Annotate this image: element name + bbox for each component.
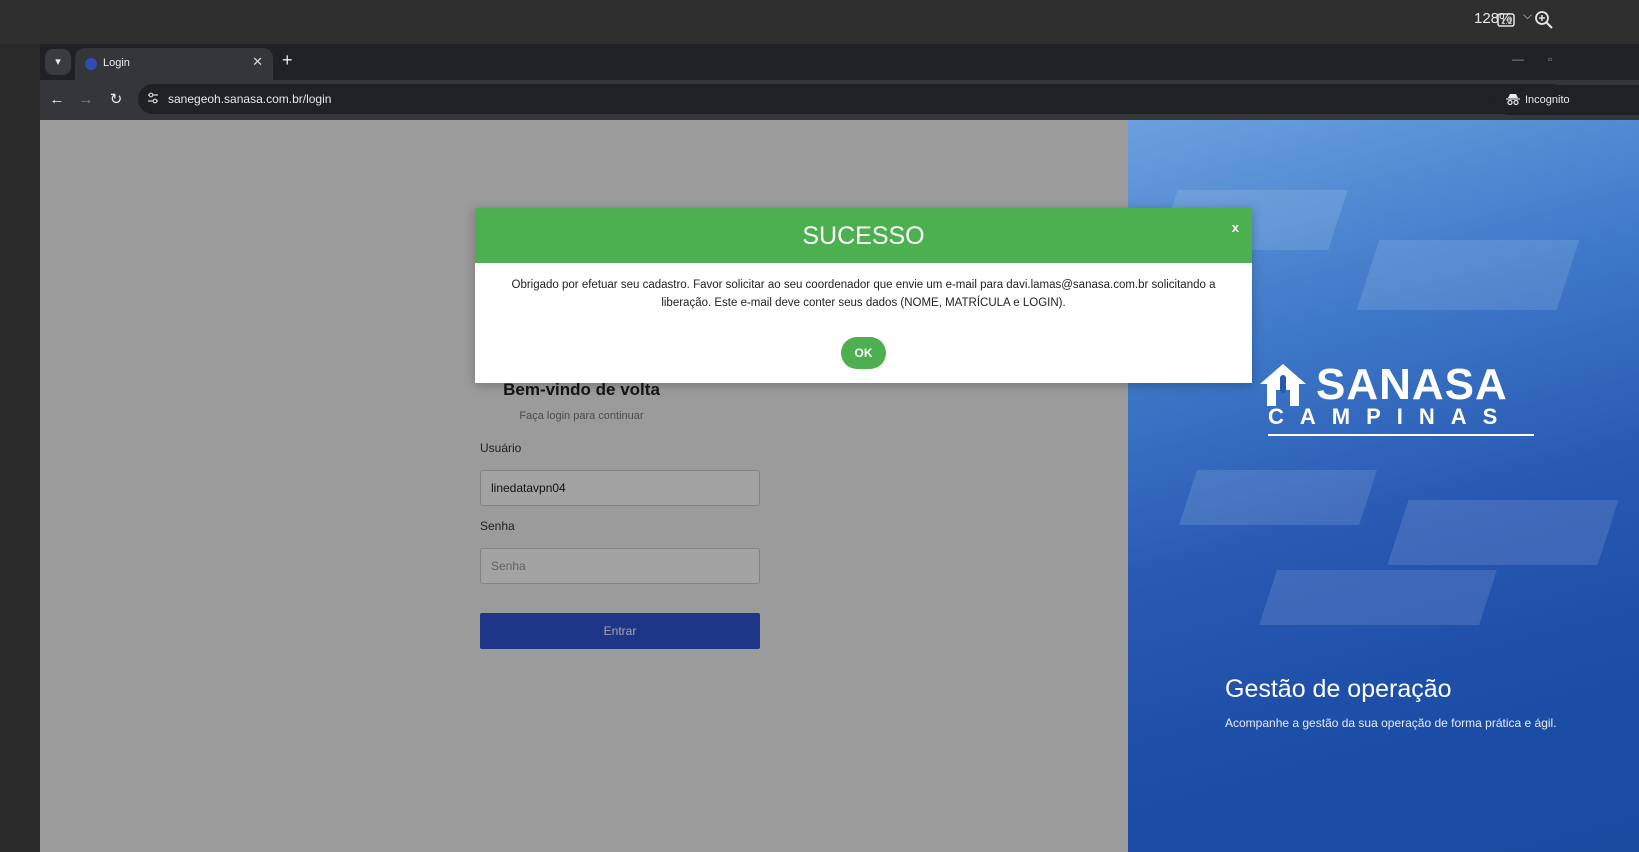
logo-underline: [1268, 434, 1534, 436]
modal-header: SUCESSO x: [475, 208, 1252, 263]
close-icon[interactable]: x: [1232, 220, 1239, 235]
new-tab-button[interactable]: +: [282, 50, 293, 71]
address-bar[interactable]: sanegeoh.sanasa.com.br/login ☆: [138, 84, 1566, 114]
incognito-badge[interactable]: Incognito: [1494, 85, 1639, 115]
chevron-down-icon[interactable]: ⌵: [1523, 8, 1532, 23]
url-text: sanegeoh.sanasa.com.br/login: [168, 92, 332, 106]
tab-title: Login: [103, 57, 130, 69]
modal-message: Obrigado por efetuar seu cadastro. Favor…: [511, 279, 1216, 309]
browser-toolbar: ← → ↻ sanegeoh.sanasa.com.br/login ☆ Inc…: [40, 80, 1639, 120]
favicon-icon: [85, 58, 97, 70]
success-modal: SUCESSO x Obrigado por efetuar seu cadas…: [475, 208, 1252, 383]
promo-text: Acompanhe a gestão da sua operação de fo…: [1225, 716, 1557, 730]
incognito-label: Incognito: [1525, 94, 1570, 106]
logo-word: SANASA: [1316, 360, 1508, 409]
maximize-icon[interactable]: ▫: [1548, 52, 1552, 66]
tab-bar: ▾ Login ✕ + — ▫: [40, 44, 1639, 80]
close-tab-icon[interactable]: ✕: [252, 54, 263, 70]
modal-title: SUCESSO: [802, 222, 925, 250]
promo-title: Gestão de operação: [1225, 675, 1452, 703]
actual-size-icon[interactable]: 1:1: [1496, 10, 1518, 32]
zoom-in-icon[interactable]: [1534, 10, 1556, 32]
house-logo-icon: [1260, 364, 1306, 406]
logo-mark: SANASA: [1258, 360, 1538, 410]
svg-text:1:1: 1:1: [1501, 17, 1513, 26]
web-page: Bem-vindo de volta Faça login para conti…: [40, 120, 1639, 852]
background-tile: [1387, 500, 1619, 565]
background-tile: [1356, 240, 1580, 310]
forward-icon[interactable]: →: [74, 88, 98, 112]
back-icon[interactable]: ←: [45, 88, 69, 112]
site-info-icon[interactable]: [146, 91, 162, 107]
browser-window: ▾ Login ✕ + — ▫ ← → ↻ sanegeoh.sanasa.co…: [40, 44, 1639, 852]
tab-login[interactable]: Login ✕: [75, 48, 273, 80]
tab-search-button[interactable]: ▾: [45, 49, 71, 75]
background-tile: [1259, 570, 1497, 625]
reload-icon[interactable]: ↻: [104, 88, 128, 112]
minimize-icon[interactable]: —: [1512, 52, 1524, 66]
incognito-icon: [1506, 93, 1520, 108]
logo-subtitle: CAMPINAS: [1268, 404, 1514, 429]
viewer-margin: [0, 44, 40, 852]
ok-button[interactable]: OK: [841, 337, 886, 369]
background-tile: [1179, 470, 1377, 525]
viewer-toolbar: 128% ⌵ 1:1: [0, 0, 1639, 44]
